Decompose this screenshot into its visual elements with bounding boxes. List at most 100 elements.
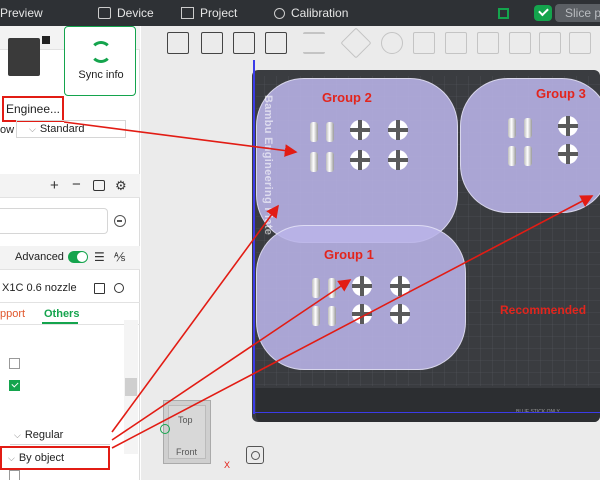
sync-info-button[interactable]: Sync info <box>64 26 136 96</box>
regular-select-value: Regular <box>24 429 64 441</box>
color-paint-icon[interactable] <box>539 32 561 54</box>
model-flower[interactable] <box>390 276 410 296</box>
advanced-toggle[interactable] <box>68 251 88 263</box>
by-object-select[interactable]: ⌵ By object <box>0 446 110 470</box>
tab-project[interactable]: Project <box>181 0 237 26</box>
device-status-icon[interactable] <box>498 8 509 19</box>
regular-select[interactable]: ⌵ Regular <box>10 427 110 445</box>
model-flower[interactable] <box>390 304 410 324</box>
calibration-icon <box>274 8 285 19</box>
z-axis-indicator <box>160 424 170 434</box>
plate-y-axis-line <box>253 60 255 414</box>
filament-sync-icon[interactable] <box>93 180 105 191</box>
tab-others[interactable]: Others <box>44 308 79 320</box>
model-cylinder[interactable] <box>524 146 532 166</box>
model-cylinder[interactable] <box>508 146 516 166</box>
seam-paint-icon[interactable] <box>509 32 531 54</box>
group-3-label: Group 3 <box>536 86 586 101</box>
model-cylinder[interactable] <box>326 152 334 172</box>
tab-calibration-label: Calibration <box>291 6 349 20</box>
model-flower[interactable] <box>558 116 578 136</box>
add-object-icon[interactable] <box>167 32 189 54</box>
tab-calibration[interactable]: Calibration <box>274 0 348 26</box>
model-cylinder[interactable] <box>508 118 516 138</box>
scale-icon[interactable] <box>413 32 435 54</box>
filament-slot[interactable] <box>0 208 108 234</box>
tab-support[interactable]: pport <box>0 308 25 320</box>
model-cylinder[interactable] <box>312 306 320 326</box>
model-flower[interactable] <box>350 120 370 140</box>
tab-preview-label: Preview <box>0 6 43 20</box>
model-cylinder[interactable] <box>310 122 318 142</box>
model-cylinder[interactable] <box>524 118 532 138</box>
scrollbar-thumb[interactable] <box>125 378 137 396</box>
printer-lid <box>42 36 50 44</box>
view-cube[interactable]: Top Front <box>163 400 211 464</box>
flow-select[interactable]: ⌵ Standard <box>16 120 126 138</box>
rotate-icon[interactable] <box>381 32 403 54</box>
model-cylinder[interactable] <box>310 152 318 172</box>
chevron-down-icon: ⌵ <box>8 453 15 463</box>
option-checkbox-3[interactable] <box>9 470 20 480</box>
group-2-label: Group 2 <box>322 90 372 105</box>
flow-value: Standard <box>39 123 85 135</box>
arrange-icon[interactable] <box>265 32 287 54</box>
cut-icon[interactable] <box>445 32 467 54</box>
tab-project-label: Project <box>200 6 238 20</box>
plate-x-axis-line <box>253 412 600 413</box>
option-checkbox-1[interactable] <box>9 358 20 369</box>
fit-view-icon[interactable] <box>246 446 264 464</box>
model-flower[interactable] <box>388 150 408 170</box>
measure-icon[interactable] <box>569 32 591 54</box>
model-flower[interactable] <box>388 120 408 140</box>
model-cylinder[interactable] <box>328 306 336 326</box>
model-flower[interactable] <box>352 276 372 296</box>
by-object-select-value: By object <box>18 452 65 464</box>
x-axis-label: X <box>224 460 231 470</box>
sync-info-label: Sync info <box>78 69 124 81</box>
printer-preset-button[interactable]: Enginee... <box>2 96 64 122</box>
model-cylinder[interactable] <box>326 122 334 142</box>
search-icon[interactable] <box>114 283 124 293</box>
compare-icon[interactable]: ⅍ <box>114 250 125 264</box>
model-flower[interactable] <box>350 150 370 170</box>
plate-type-label: Bambu Engineering Plate <box>262 95 274 236</box>
flow-label: ow <box>0 124 15 136</box>
option-checkbox-2[interactable] <box>9 380 20 391</box>
plus-icon[interactable]: + <box>50 177 59 194</box>
model-cylinder[interactable] <box>312 278 320 298</box>
view-cube-top-label: Top <box>178 415 193 425</box>
printer-thumbnail <box>8 36 50 76</box>
recommended-label: Recommended <box>500 303 587 317</box>
model-flower[interactable] <box>352 304 372 324</box>
process-preset-name[interactable]: X1C 0.6 nozzle <box>2 282 77 294</box>
minus-icon[interactable]: − <box>72 176 81 193</box>
top-bar: Preview Device Project Calibration Slice… <box>0 0 600 26</box>
advanced-label: Advanced <box>15 251 64 263</box>
build-plate-strip: BLUE STICK ONLY <box>256 388 600 422</box>
grid-view-icon[interactable] <box>201 32 223 54</box>
tabs-divider-bottom <box>0 324 140 325</box>
view-cube-front-label: Front <box>176 447 198 457</box>
chevron-down-icon: ⌵ <box>14 430 21 440</box>
chevron-down-icon: ⌵ <box>29 124 36 134</box>
sync-icon <box>90 41 112 63</box>
viewport-toolbar <box>141 26 600 62</box>
tab-device-label: Device <box>117 6 154 20</box>
split-icon[interactable] <box>303 32 325 54</box>
tabs-divider-top <box>0 302 140 303</box>
list-icon[interactable]: ☰ <box>94 250 105 264</box>
support-paint-icon[interactable] <box>477 32 499 54</box>
remove-filament-icon[interactable] <box>114 215 126 227</box>
filament-section-header: + − ⚙ <box>0 174 140 198</box>
model-cylinder[interactable] <box>328 278 336 298</box>
tab-device[interactable]: Device <box>98 0 154 26</box>
gear-icon[interactable]: ⚙ <box>115 178 127 194</box>
auto-orient-icon[interactable] <box>233 32 255 54</box>
tab-preview[interactable]: Preview <box>0 0 43 26</box>
check-icon[interactable] <box>534 5 552 21</box>
slice-plate-button[interactable]: Slice pl <box>555 4 600 22</box>
model-flower[interactable] <box>558 144 578 164</box>
move-icon[interactable] <box>340 27 372 59</box>
save-icon[interactable] <box>94 283 105 294</box>
